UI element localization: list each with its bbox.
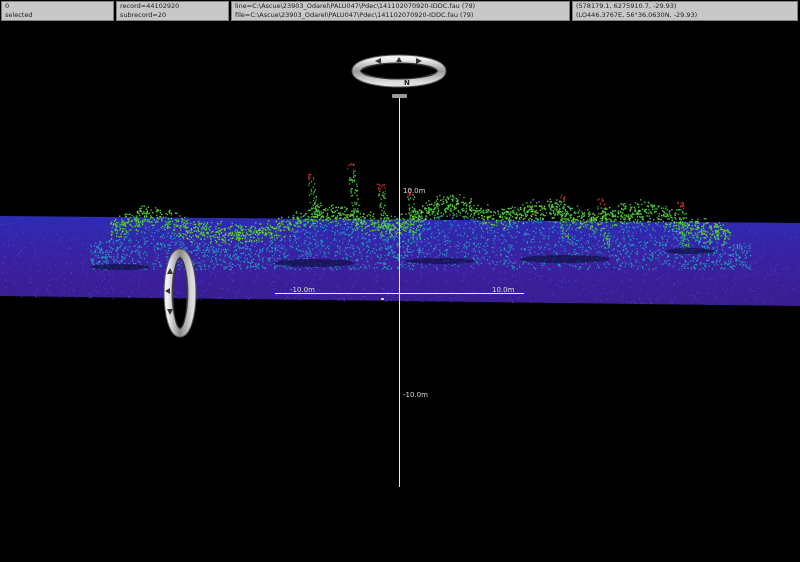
selection-label: selected (5, 11, 33, 19)
coordinates-cell: (578179.1, 6275910.7, -29.93) (LO446.376… (572, 1, 798, 21)
compass-north-label: N (404, 79, 410, 87)
file-path: file=C:\Ascue\23903_Odarel\PALU047\Pdec\… (235, 11, 474, 19)
selection-count: 0 (5, 2, 10, 10)
horizontal-axis-right-label: 10.0m (492, 286, 515, 294)
compass-anchor-marker (392, 94, 407, 98)
record-info-cell: record=44102920 subrecord=20 (116, 1, 229, 21)
point-cloud-viewport[interactable]: 10.0m -10.0m -10.0m 10.0m N (0, 23, 800, 562)
record-number: record=44102920 (120, 2, 180, 10)
projected-coordinates: (578179.1, 6275910.7, -29.93) (576, 2, 677, 10)
file-info-cell: line=C:\Ascue\23903_Odarel\PALU047\Pdec\… (231, 1, 570, 21)
vertical-axis-bottom-label: -10.0m (403, 391, 428, 399)
subrecord-number: subrecord=20 (120, 11, 167, 19)
axis-origin-marker (381, 298, 384, 300)
status-bar: 0 selected record=44102920 subrecord=20 … (0, 0, 800, 22)
vertical-axis-top-label: 10.0m (403, 187, 426, 195)
horizontal-axis-left-label: -10.0m (290, 286, 315, 294)
line-path: line=C:\Ascue\23903_Odarel\PALU047\Pdec\… (235, 2, 476, 10)
geographic-coordinates: (LO446.3767E, 56°36.0630N, -29.93) (576, 11, 698, 19)
selection-count-cell: 0 selected (1, 1, 114, 21)
heading-compass-ring[interactable]: N (351, 54, 447, 98)
